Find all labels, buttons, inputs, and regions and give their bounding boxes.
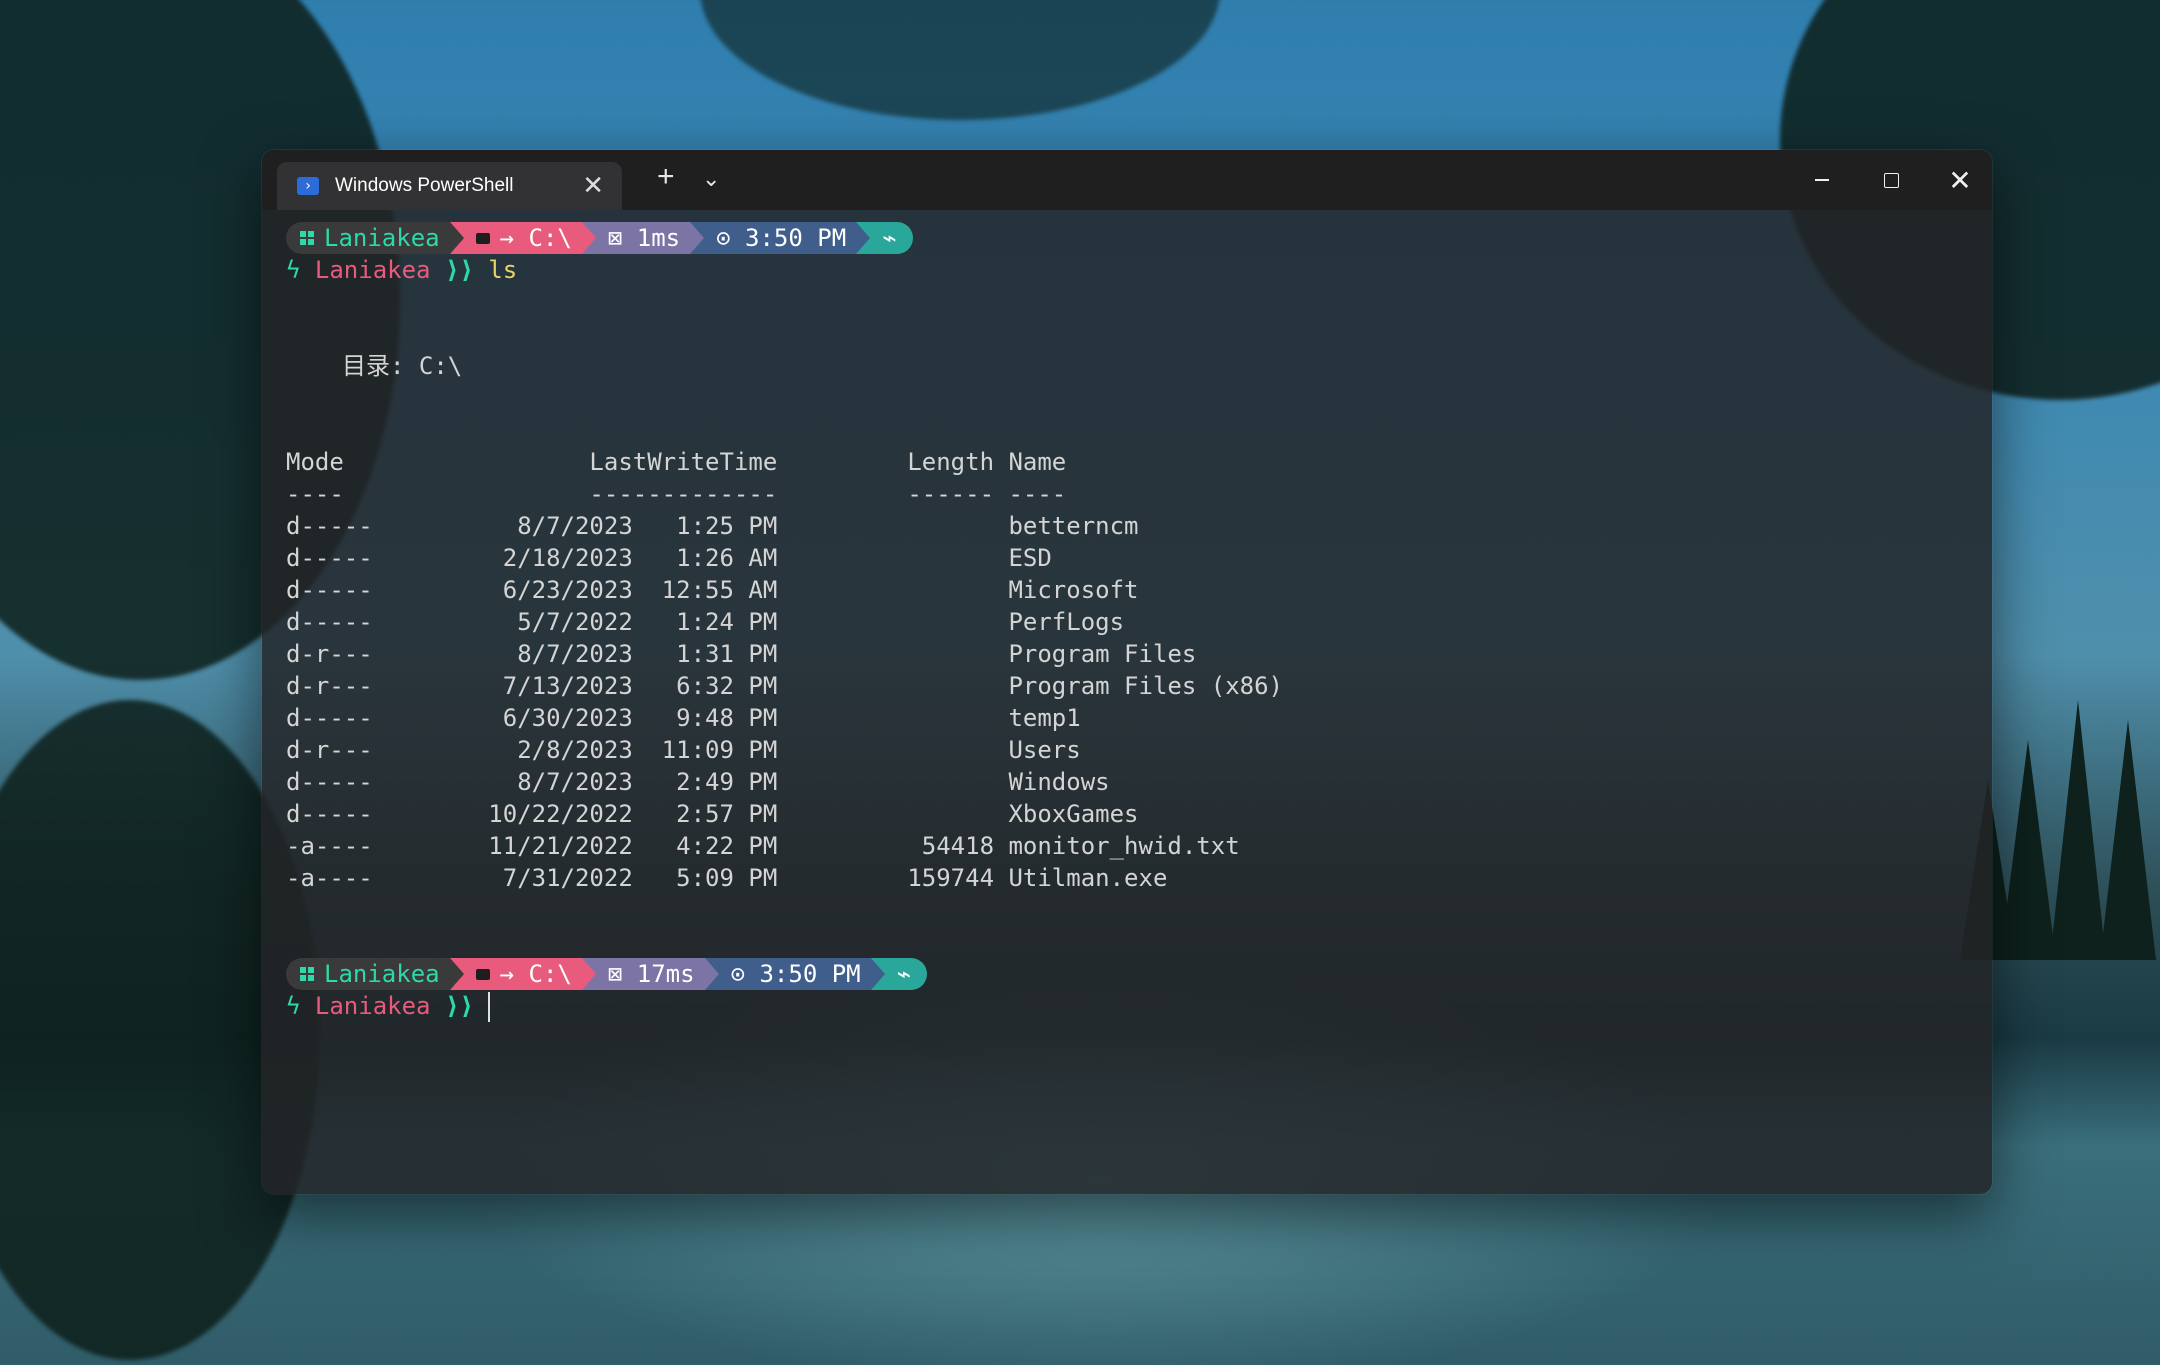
maximize-button[interactable] xyxy=(1856,150,1926,210)
prompt-user-segment: Laniakea xyxy=(286,222,450,254)
folder-icon xyxy=(475,232,490,244)
bolt-icon: ϟ xyxy=(286,992,315,1020)
table-row: d-r--- 8/7/2023 1:31 PM Program Files xyxy=(286,640,1197,668)
close-tab-icon[interactable]: ✕ xyxy=(582,170,604,201)
table-row: d----- 8/7/2023 1:25 PM betterncm xyxy=(286,512,1139,540)
prompt-path-segment: → C:\ xyxy=(463,958,582,990)
table-row: d----- 2/18/2023 1:26 AM ESD xyxy=(286,544,1052,572)
table-row: d----- 6/30/2023 9:48 PM temp1 xyxy=(286,704,1081,732)
prompt-status-segment: ⌁ xyxy=(884,958,928,990)
bolt-icon: ϟ xyxy=(286,256,315,284)
prompt-exec-time-segment: ⊠ 17ms xyxy=(595,958,705,990)
tab-title: Windows PowerShell xyxy=(335,175,514,196)
clock-icon: ⊙ xyxy=(716,224,746,252)
command-line: ϟ Laniakea ⟩⟩ ls xyxy=(286,256,518,284)
prompt-clock-segment: ⊙ 3:50 PM xyxy=(704,222,857,254)
prompt-path-segment: → C:\ xyxy=(463,222,582,254)
chevron-down-icon[interactable]: ⌄ xyxy=(702,166,720,192)
table-row: d-r--- 2/8/2023 11:09 PM Users xyxy=(286,736,1081,764)
close-window-button[interactable]: ✕ xyxy=(1925,150,1992,210)
new-tab-button[interactable]: + xyxy=(657,160,675,194)
timer-icon: ⊠ xyxy=(607,224,637,252)
close-icon: ✕ xyxy=(1948,164,1972,196)
title-bar[interactable]: › Windows PowerShell ✕ + ⌄ ✕ xyxy=(262,150,1992,210)
prompt-user-segment: Laniakea xyxy=(286,958,450,990)
table-row: d----- 6/23/2023 12:55 AM Microsoft xyxy=(286,576,1139,604)
terminal-window: › Windows PowerShell ✕ + ⌄ ✕ Laniakea → … xyxy=(262,150,1992,1194)
text-cursor xyxy=(488,992,491,1022)
prompt-bar: Laniakea → C:\ ⊠ 1ms ⊙ 3:50 PM ⌁ xyxy=(286,222,913,254)
terminal-content[interactable]: Laniakea → C:\ ⊠ 1ms ⊙ 3:50 PM ⌁ ϟ Lania… xyxy=(274,220,1992,1194)
table-header: Mode LastWriteTime Length Name xyxy=(286,448,1067,476)
minimize-icon xyxy=(1815,179,1829,181)
prompt-clock-segment: ⊙ 3:50 PM xyxy=(718,958,871,990)
pulse-icon: ⌁ xyxy=(882,224,897,252)
pulse-icon: ⌁ xyxy=(896,960,912,988)
table-row: d-r--- 7/13/2023 6:32 PM Program Files (… xyxy=(286,672,1283,700)
table-row: d----- 8/7/2023 2:49 PM Windows xyxy=(286,768,1110,796)
clock-icon: ⊙ xyxy=(730,960,760,988)
table-row: d----- 5/7/2022 1:24 PM PerfLogs xyxy=(286,608,1125,636)
table-separator: ---- ------------- ------ ---- xyxy=(286,480,1067,508)
tab-powershell[interactable]: › Windows PowerShell ✕ xyxy=(277,162,622,210)
table-row: d----- 10/22/2022 2:57 PM XboxGames xyxy=(286,800,1139,828)
powershell-icon: › xyxy=(297,177,319,195)
table-row: -a---- 7/31/2022 5:09 PM 159744 Utilman.… xyxy=(286,864,1168,892)
input-line[interactable]: ϟ Laniakea ⟩⟩ xyxy=(286,990,491,1022)
prompt-bar: Laniakea → C:\ ⊠ 17ms ⊙ 3:50 PM ⌁ xyxy=(286,958,928,990)
timer-icon: ⊠ xyxy=(607,960,637,988)
windows-icon xyxy=(300,231,314,245)
windows-icon xyxy=(300,967,314,981)
folder-icon xyxy=(475,968,490,980)
minimize-button[interactable] xyxy=(1787,150,1857,210)
prompt-exec-time-segment: ⊠ 1ms xyxy=(595,222,691,254)
prompt-status-segment: ⌁ xyxy=(870,222,913,254)
table-row: -a---- 11/21/2022 4:22 PM 54418 monitor_… xyxy=(286,832,1240,860)
maximize-icon xyxy=(1883,172,1899,188)
directory-line: 目录: C:\ xyxy=(342,352,463,380)
